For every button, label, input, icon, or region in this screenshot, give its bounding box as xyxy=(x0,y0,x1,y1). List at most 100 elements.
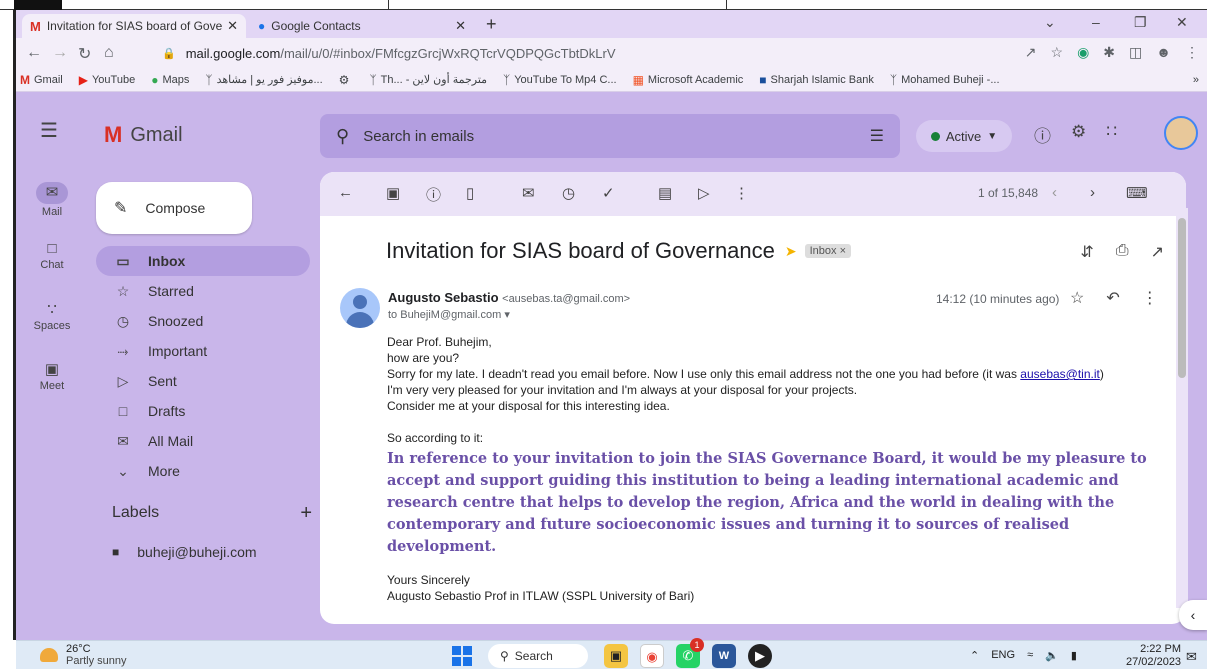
message-scrollbar[interactable] xyxy=(1176,208,1188,608)
settings-icon[interactable]: ⚙ xyxy=(1071,122,1086,147)
archive-icon[interactable]: ▣ xyxy=(386,184,400,202)
chrome-icon[interactable]: ◉ xyxy=(640,644,664,668)
search-input[interactable]: Search in emails xyxy=(363,128,474,145)
print-icon[interactable]: ⎙ xyxy=(1116,242,1129,262)
extension-g-icon[interactable]: ◉ xyxy=(1077,44,1089,61)
bookmark-yt-mp4[interactable]: ᛉ YouTube To Mp4 C... xyxy=(503,73,617,87)
notifications-icon[interactable]: ✉ xyxy=(1186,649,1197,665)
apps-icon[interactable]: ∷ xyxy=(1106,122,1117,147)
more-icon[interactable]: ⋮ xyxy=(734,184,749,202)
nav-sent[interactable]: ▷ Sent xyxy=(96,366,310,396)
sender-name[interactable]: Augusto Sebastio xyxy=(388,290,499,305)
more-icon[interactable]: ⋮ xyxy=(1142,288,1158,308)
report-spam-icon[interactable]: ⓘ xyxy=(426,184,441,205)
nav-important[interactable]: ⤑ Important xyxy=(96,336,310,366)
url-input[interactable]: 🔒 mail.google.com /mail/u/0/#inbox/FMfcg… xyxy=(146,41,1156,65)
bookmark-buheji[interactable]: ᛉ Mohamed Buheji -... xyxy=(890,73,1000,87)
move-to-icon[interactable]: ▤ xyxy=(658,184,672,202)
main-menu-icon[interactable]: ☰ xyxy=(40,118,58,143)
newer-icon[interactable]: ‹ xyxy=(1052,184,1057,201)
bookmark-star-icon[interactable]: ☆ xyxy=(1051,44,1064,61)
chevron-up-icon[interactable]: ⌃ xyxy=(970,649,979,662)
labels-heading: Labels xyxy=(112,504,160,521)
word-icon[interactable]: W xyxy=(712,644,736,668)
close-window-icon[interactable]: ✕ xyxy=(1176,14,1188,31)
tab-contacts[interactable]: ● Google Contacts ✕ xyxy=(250,14,474,38)
home-icon[interactable]: ⌂ xyxy=(104,44,114,62)
sidepanel-icon[interactable]: ◫ xyxy=(1129,44,1142,61)
menu-icon[interactable]: ⋮ xyxy=(1185,44,1199,61)
label-item[interactable]: ■ buheji@buheji.com xyxy=(112,544,257,560)
start-icon[interactable] xyxy=(452,646,472,666)
tab-search-icon[interactable]: ⌄ xyxy=(1044,14,1056,31)
language-indicator[interactable]: ENG xyxy=(991,649,1015,662)
wifi-icon[interactable]: ≈ xyxy=(1027,649,1033,662)
close-tab-icon[interactable]: ✕ xyxy=(227,18,238,34)
rail-meet[interactable]: ▣ Meet xyxy=(16,360,88,392)
bookmark-translated[interactable]: ᛉ Th... - مترجمة أون لاين xyxy=(369,73,487,87)
recipient-line[interactable]: to BuhejiM@gmail.com ▾ xyxy=(388,308,510,321)
nav-all-mail[interactable]: ✉ All Mail xyxy=(96,426,310,456)
snooze-icon[interactable]: ◷ xyxy=(562,184,575,202)
restore-icon[interactable]: ❐ xyxy=(1134,14,1147,31)
nav-starred[interactable]: ☆ Starred xyxy=(96,276,310,306)
extensions-icon[interactable]: ✱ xyxy=(1103,44,1115,61)
add-task-icon[interactable]: ✓ xyxy=(602,184,615,202)
side-panel-toggle-icon[interactable]: ‹ xyxy=(1179,600,1207,630)
volume-icon[interactable]: 🔈 xyxy=(1045,649,1059,662)
bookmark-movies[interactable]: ᛉ موفيز فور يو | مشاهد... xyxy=(205,73,322,87)
expand-all-icon[interactable]: ⇵ xyxy=(1080,242,1093,262)
gmail-logo[interactable]: M Gmail xyxy=(104,122,183,148)
search-icon[interactable]: ⚲ xyxy=(336,126,349,147)
rail-mail[interactable]: ✉ Mail xyxy=(16,182,88,218)
reload-icon[interactable]: ↻ xyxy=(78,44,91,64)
back-to-inbox-icon[interactable]: ← xyxy=(338,184,353,201)
whatsapp-icon[interactable]: ✆ 1 xyxy=(676,638,704,668)
bookmark-youtube[interactable]: ▶ YouTube xyxy=(79,73,135,87)
bookmark-sib[interactable]: ■ Sharjah Islamic Bank xyxy=(759,73,874,87)
back-icon[interactable]: ← xyxy=(26,44,42,62)
account-avatar[interactable] xyxy=(1164,116,1198,150)
forward-icon[interactable]: → xyxy=(52,44,68,62)
search-bar[interactable]: ⚲ Search in emails ☰ xyxy=(320,114,900,158)
battery-icon[interactable]: ▮ xyxy=(1071,649,1077,662)
status-button[interactable]: Active ▼ xyxy=(916,120,1012,152)
search-options-icon[interactable]: ☰ xyxy=(870,126,884,146)
tab-gmail[interactable]: M Invitation for SIAS board of Gove ✕ xyxy=(22,14,246,38)
compose-button[interactable]: ✎ Compose xyxy=(96,182,252,234)
bookmark-ms-academic[interactable]: ▦ Microsoft Academic xyxy=(633,73,744,87)
help-icon[interactable]: ⓘ xyxy=(1034,122,1051,147)
bookmark-gmail[interactable]: M Gmail xyxy=(20,73,63,87)
file-explorer-icon[interactable]: ▣ xyxy=(604,644,628,668)
bookmark-maps[interactable]: ● Maps xyxy=(151,73,189,87)
new-window-icon[interactable]: ↗ xyxy=(1151,242,1164,262)
bookmarks-more[interactable]: » xyxy=(1193,74,1199,86)
add-label-icon[interactable]: + xyxy=(300,502,312,525)
label-as-icon[interactable]: ▷ xyxy=(698,184,710,202)
share-icon[interactable]: ↗ xyxy=(1025,44,1037,61)
rail-chat[interactable]: □ Chat xyxy=(16,240,88,271)
minimize-icon[interactable]: – xyxy=(1092,14,1100,30)
taskbar-search[interactable]: ⚲ Search xyxy=(488,644,588,668)
close-tab-icon[interactable]: ✕ xyxy=(455,18,466,34)
mark-unread-icon[interactable]: ✉ xyxy=(522,184,535,202)
input-tools-icon[interactable]: ⌨ xyxy=(1126,184,1148,202)
weather-widget[interactable]: 26°C Partly sunny xyxy=(40,643,127,667)
email-link[interactable]: ausebas@tin.it xyxy=(1020,367,1100,381)
star-icon[interactable]: ☆ xyxy=(1070,288,1084,308)
nav-more[interactable]: ⌄ More xyxy=(96,456,310,486)
media-player-icon[interactable]: ▶ xyxy=(748,644,772,668)
bookmark-globe[interactable]: ⚙ xyxy=(339,73,354,87)
nav-inbox[interactable]: ▭ Inbox xyxy=(96,246,310,276)
clock[interactable]: 2:22 PM 27/02/2023 xyxy=(1126,643,1181,669)
inbox-badge[interactable]: Inbox × xyxy=(804,244,852,258)
reply-icon[interactable]: ↶ xyxy=(1106,288,1119,308)
delete-icon[interactable]: ▯ xyxy=(466,184,474,202)
important-marker-icon[interactable]: ➤ xyxy=(785,243,797,260)
nav-snoozed[interactable]: ◷ Snoozed xyxy=(96,306,310,336)
older-icon[interactable]: › xyxy=(1090,184,1095,201)
nav-drafts[interactable]: □ Drafts xyxy=(96,396,310,426)
new-tab-button[interactable]: + xyxy=(486,14,497,35)
rail-spaces[interactable]: ∵ Spaces xyxy=(16,300,88,332)
profile-icon[interactable]: ☻ xyxy=(1156,44,1171,61)
